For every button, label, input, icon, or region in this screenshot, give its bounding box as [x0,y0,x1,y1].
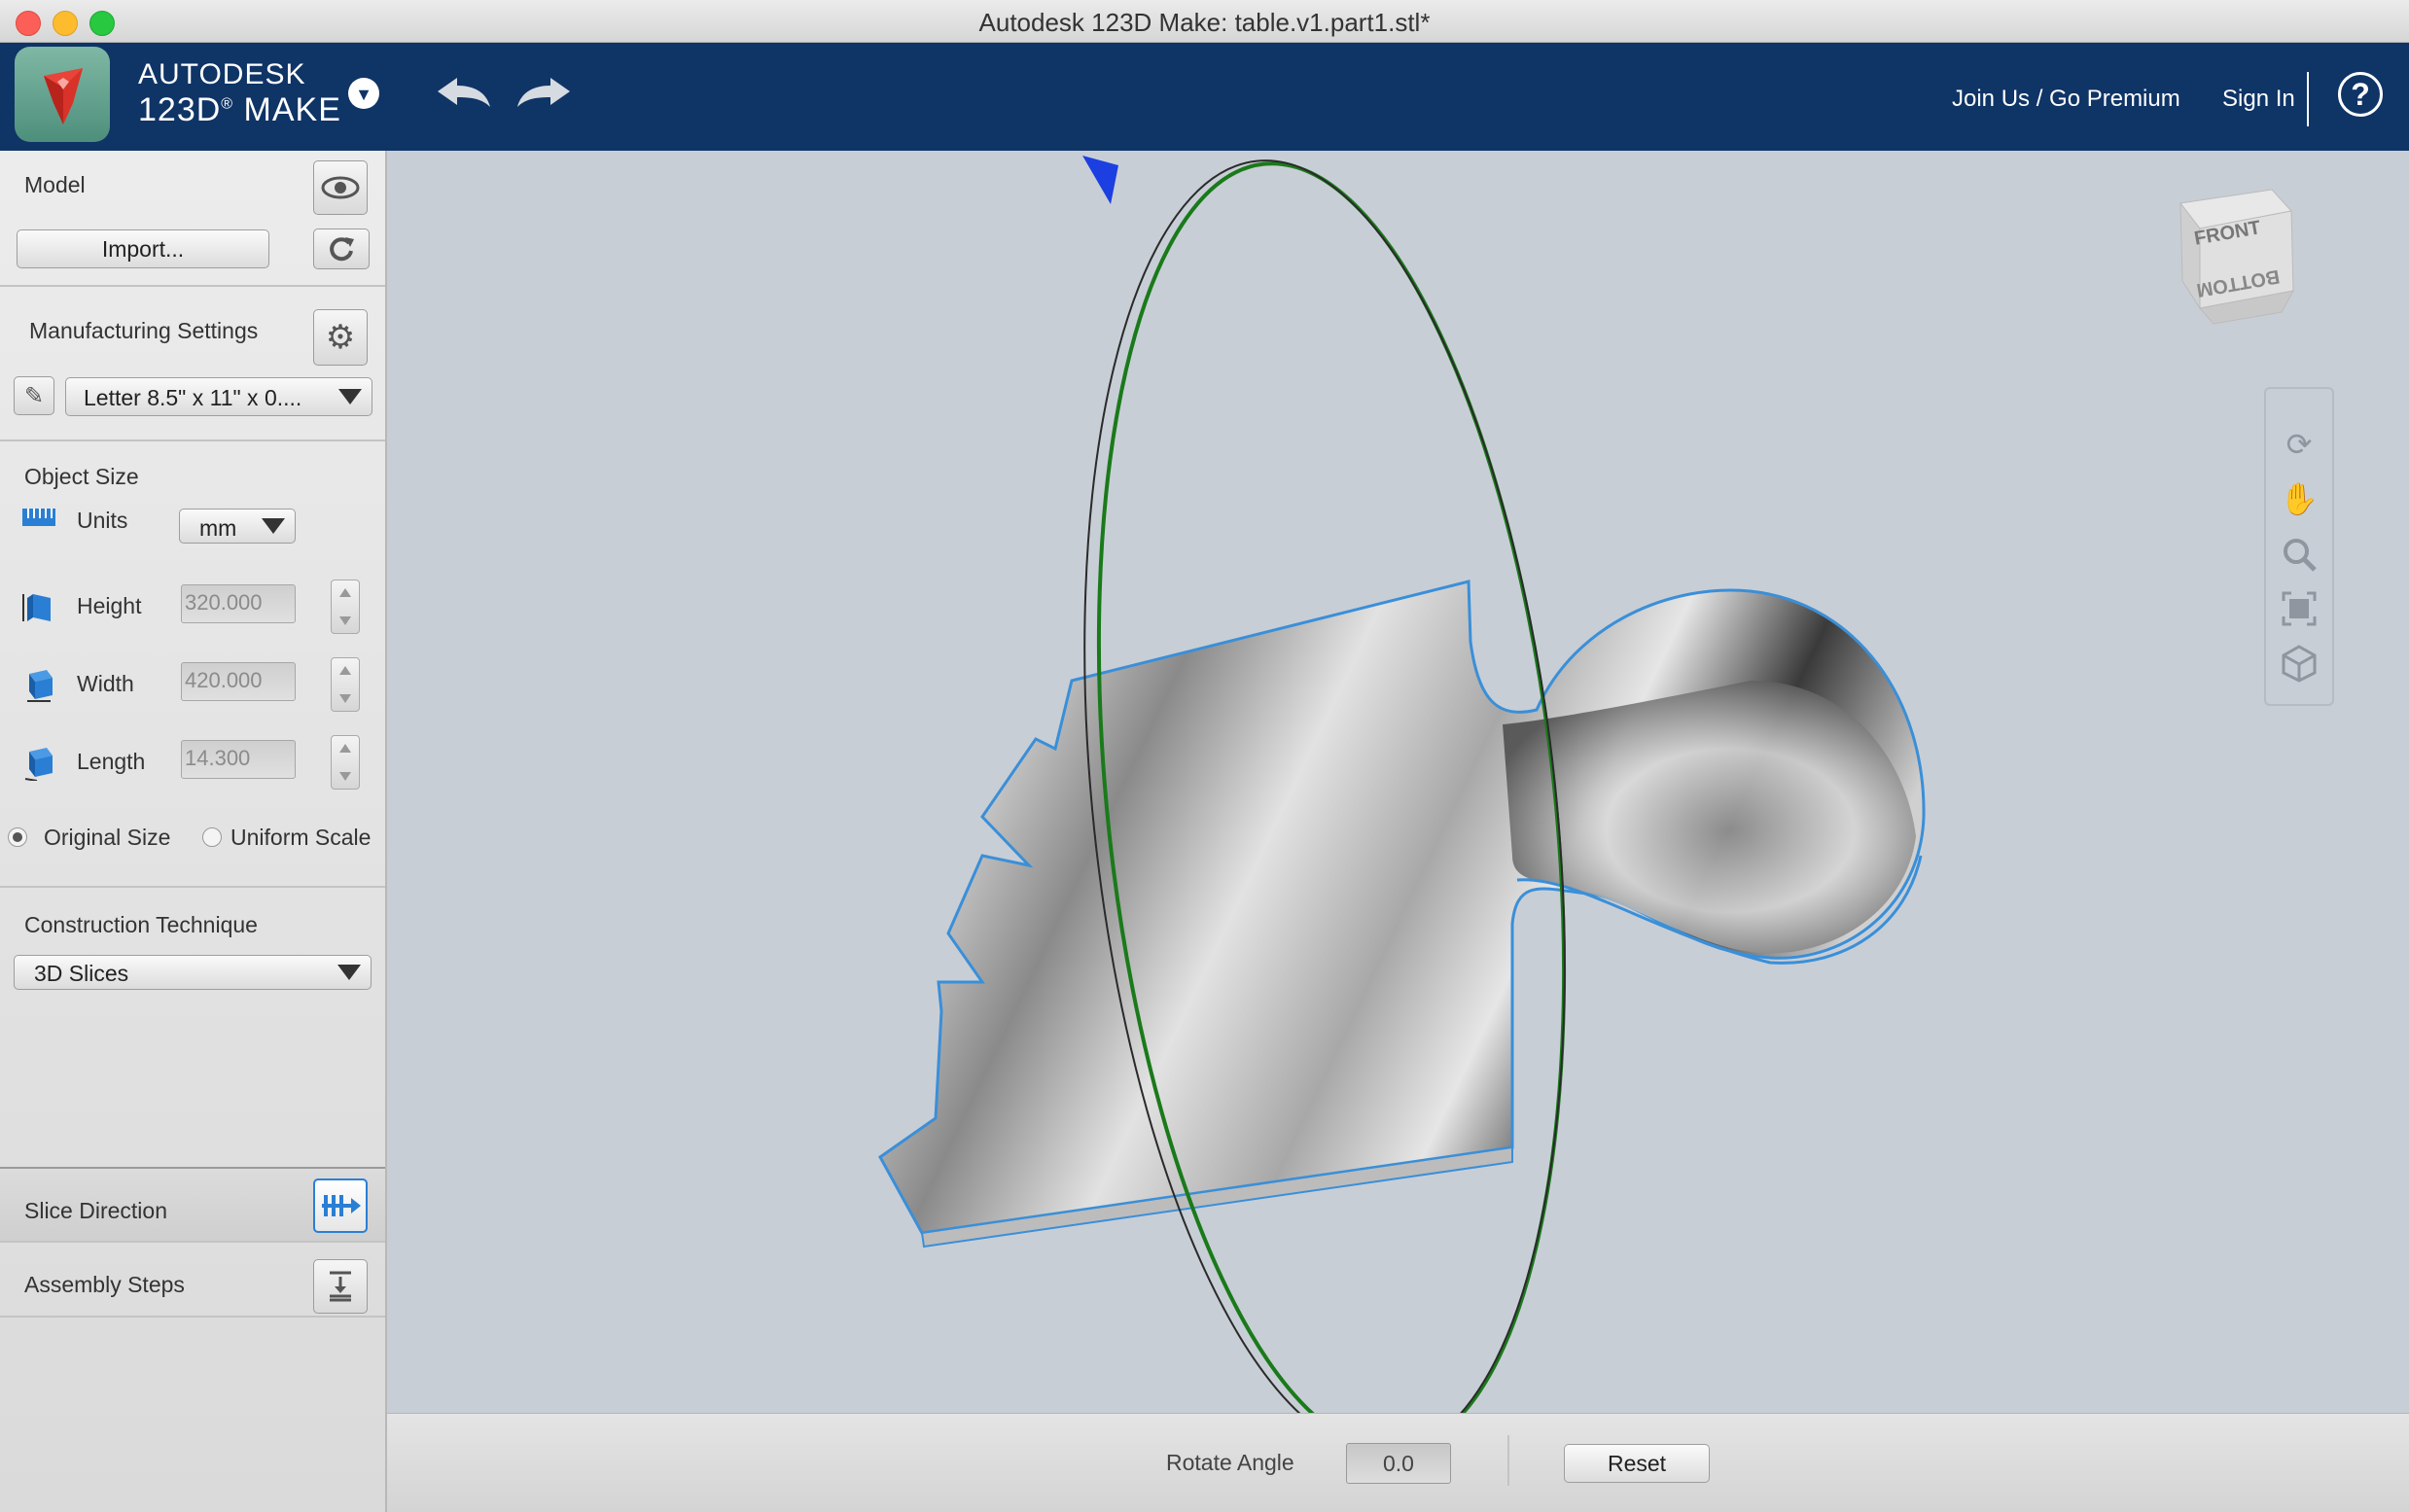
length-input[interactable]: 14.300 [181,740,296,779]
construction-technique-label: Construction Technique [24,912,258,937]
app-header: AUTODESK 123D® MAKE ▼ Join Us / Go Premi… [0,43,2409,151]
toolbar-divider [1507,1435,1509,1486]
eye-icon [321,176,360,199]
rotate-angle-label: Rotate Angle [1166,1450,1294,1475]
model-body[interactable] [878,580,1926,1248]
logo-icon [44,68,83,124]
material-preset-dropdown[interactable]: Letter 8.5" x 11" x 0.... [65,377,372,416]
width-label: Width [77,671,134,696]
view-cube-icon [2179,189,2294,325]
length-label: Length [77,749,146,774]
units-value: mm [199,515,237,541]
assembly-steps-label: Assembly Steps [24,1272,185,1297]
slice-direction-handle[interactable] [1082,156,1118,204]
model-section-label: Model [24,172,86,197]
sign-in-link[interactable]: Sign In [2222,86,2295,113]
undo-button[interactable] [434,72,494,121]
undo-icon [438,78,490,107]
slice-direction-row[interactable]: Slice Direction [0,1167,385,1241]
refresh-icon [330,237,354,262]
join-premium-link[interactable]: Join Us / Go Premium [1952,86,2180,113]
width-stepper[interactable] [331,657,360,712]
chevron-down-icon [337,965,361,980]
fit-view-icon[interactable] [2280,589,2319,628]
navigation-toolbar: ⟳ ✋ [2264,387,2334,706]
length-icon [24,748,53,781]
units-label: Units [77,508,128,533]
height-input[interactable]: 320.000 [181,584,296,623]
uniform-scale-label: Uniform Scale [230,825,372,850]
construction-technique-dropdown[interactable]: 3D Slices [14,955,372,990]
original-size-label: Original Size [44,825,171,850]
units-dropdown[interactable]: mm [179,509,296,544]
brand-wordmark: AUTODESK 123D® MAKE [138,58,341,128]
gear-icon: ⚙ [325,319,356,356]
section-divider [0,440,385,441]
orbit-icon[interactable]: ⟳ [2280,426,2319,465]
redo-icon [517,78,570,107]
height-icon [22,594,51,621]
reset-button[interactable]: Reset [1564,1444,1710,1483]
edit-material-button[interactable]: ✎ [14,376,54,415]
construction-technique-value: 3D Slices [34,961,129,986]
ruler-icon [22,509,55,526]
model-visibility-button[interactable] [313,160,368,215]
brand-line2: 123D [138,91,222,128]
brand-line2-suffix: MAKE [243,91,341,128]
height-label: Height [77,593,142,618]
slice-direction-icon [322,1195,361,1216]
section-divider [0,1316,385,1318]
app-logo [15,47,110,142]
manufacturing-settings-label: Manufacturing Settings [29,318,259,343]
refresh-model-button[interactable] [313,229,370,269]
chevron-down-icon [262,518,285,534]
registered-mark: ® [221,95,234,113]
help-button[interactable]: ? [2338,72,2383,117]
rotate-toolbar: Rotate Angle 0.0 Reset [387,1413,2409,1512]
pan-hand-icon[interactable]: ✋ [2280,480,2319,519]
section-divider [0,1167,385,1169]
header-divider [2307,72,2309,126]
window-titlebar: Autodesk 123D Make: table.v1.part1.stl* [0,0,2409,43]
home-view-icon[interactable] [2280,644,2319,683]
model-scene [878,156,1926,1415]
width-input[interactable]: 420.000 [181,662,296,701]
pencil-icon: ✎ [23,382,45,409]
brand-line1: AUTODESK [138,58,306,90]
section-divider [0,1241,385,1243]
import-button[interactable]: Import... [17,229,269,268]
rotate-angle-input[interactable]: 0.0 [1346,1443,1451,1484]
width-icon [27,670,53,702]
slice-direction-button[interactable] [313,1178,368,1233]
section-divider [0,886,385,888]
length-stepper[interactable] [331,735,360,790]
chevron-down-icon [338,389,362,404]
3d-viewport[interactable]: FRONT BOTTOM ⟳ ✋ [387,151,2409,1415]
slice-direction-label: Slice Direction [24,1198,167,1223]
original-size-radio[interactable] [8,827,27,847]
left-panel: Model Import... Manufacturing Settings ⚙… [0,151,387,1512]
material-preset-value: Letter 8.5" x 11" x 0.... [84,385,302,410]
download-steps-icon [330,1271,351,1302]
window-title: Autodesk 123D Make: table.v1.part1.stl* [978,8,1431,37]
height-stepper[interactable] [331,580,360,634]
assembly-steps-button[interactable] [313,1259,368,1314]
view-cube[interactable]: FRONT BOTTOM [2175,184,2311,330]
redo-button[interactable] [514,72,574,121]
app-menu-chevron-icon[interactable]: ▼ [348,78,379,109]
section-divider [0,285,385,287]
zoom-icon[interactable] [2280,535,2319,574]
object-size-label: Object Size [24,464,139,489]
manufacturing-settings-button[interactable]: ⚙ [313,309,368,366]
uniform-scale-radio[interactable] [202,827,222,847]
